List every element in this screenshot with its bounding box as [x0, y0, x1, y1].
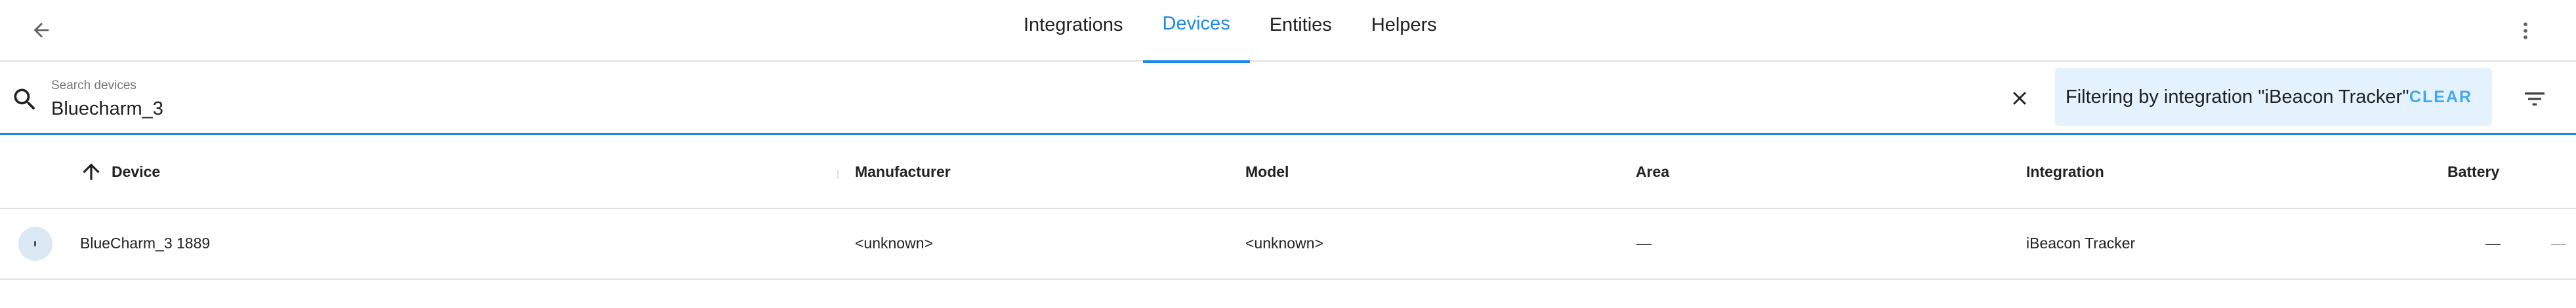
arrow-up-icon[interactable] — [79, 159, 104, 184]
cell-area: — — [1636, 235, 1652, 252]
clear-filter-button[interactable]: CLEAR — [2409, 88, 2472, 107]
tab-devices[interactable]: Devices — [1142, 0, 1250, 63]
column-divider — [837, 170, 839, 179]
table-header: Device Manufacturer Model Area Integrati… — [0, 137, 2576, 209]
tab-entities[interactable]: Entities — [1250, 0, 1352, 62]
tab-integrations[interactable]: Integrations — [1004, 0, 1143, 62]
cell-manufacturer: <unknown> — [855, 235, 933, 252]
tab-label: Integrations — [1024, 14, 1123, 35]
tab-label: Devices — [1162, 13, 1230, 34]
magnify-icon — [14, 88, 35, 110]
column-header-area[interactable]: Area — [1636, 163, 1669, 181]
top-app-bar: Integrations Devices Entities Helpers — [0, 0, 2576, 63]
avatar-mark — [34, 241, 36, 246]
cell-extra: — — [2551, 235, 2566, 252]
back-button[interactable] — [20, 9, 63, 52]
tab-label: Entities — [1269, 14, 1332, 35]
search-label: Search devices — [51, 79, 136, 92]
column-header-manufacturer[interactable]: Manufacturer — [855, 163, 951, 181]
tab-bar: Integrations Devices Entities Helpers — [1004, 0, 1457, 63]
column-header-device[interactable]: Device — [112, 163, 160, 181]
column-header-integration[interactable]: Integration — [2026, 163, 2104, 181]
cell-model: <unknown> — [1245, 235, 1323, 252]
filter-variant-icon — [2525, 92, 2545, 106]
clear-search-button[interactable] — [2004, 83, 2035, 114]
tab-label: Helpers — [1371, 14, 1437, 35]
filter-button[interactable] — [2518, 84, 2551, 114]
search-bar: Search devices Filtering by integration … — [0, 62, 2576, 135]
column-header-battery[interactable]: Battery — [2447, 163, 2499, 181]
filter-description: Filtering by integration "iBeacon Tracke… — [2066, 86, 2409, 107]
overflow-menu-button[interactable] — [2504, 9, 2547, 52]
device-avatar — [18, 227, 52, 261]
tab-helpers[interactable]: Helpers — [1352, 0, 1457, 62]
cell-integration: iBeacon Tracker — [2026, 235, 2136, 252]
active-filter-banner: Filtering by integration "iBeacon Tracke… — [2055, 68, 2492, 126]
arrow-left-icon — [33, 22, 49, 38]
cell-device-name: BlueCharm_3 1889 — [80, 235, 211, 252]
cell-battery: — — [2485, 235, 2501, 252]
dots-vertical-icon — [2524, 22, 2527, 39]
search-input[interactable] — [50, 96, 1953, 122]
table-row[interactable]: BlueCharm_3 1889 <unknown> <unknown> — i… — [0, 210, 2576, 280]
column-header-model[interactable]: Model — [1245, 163, 1289, 181]
close-icon — [2013, 92, 2026, 105]
